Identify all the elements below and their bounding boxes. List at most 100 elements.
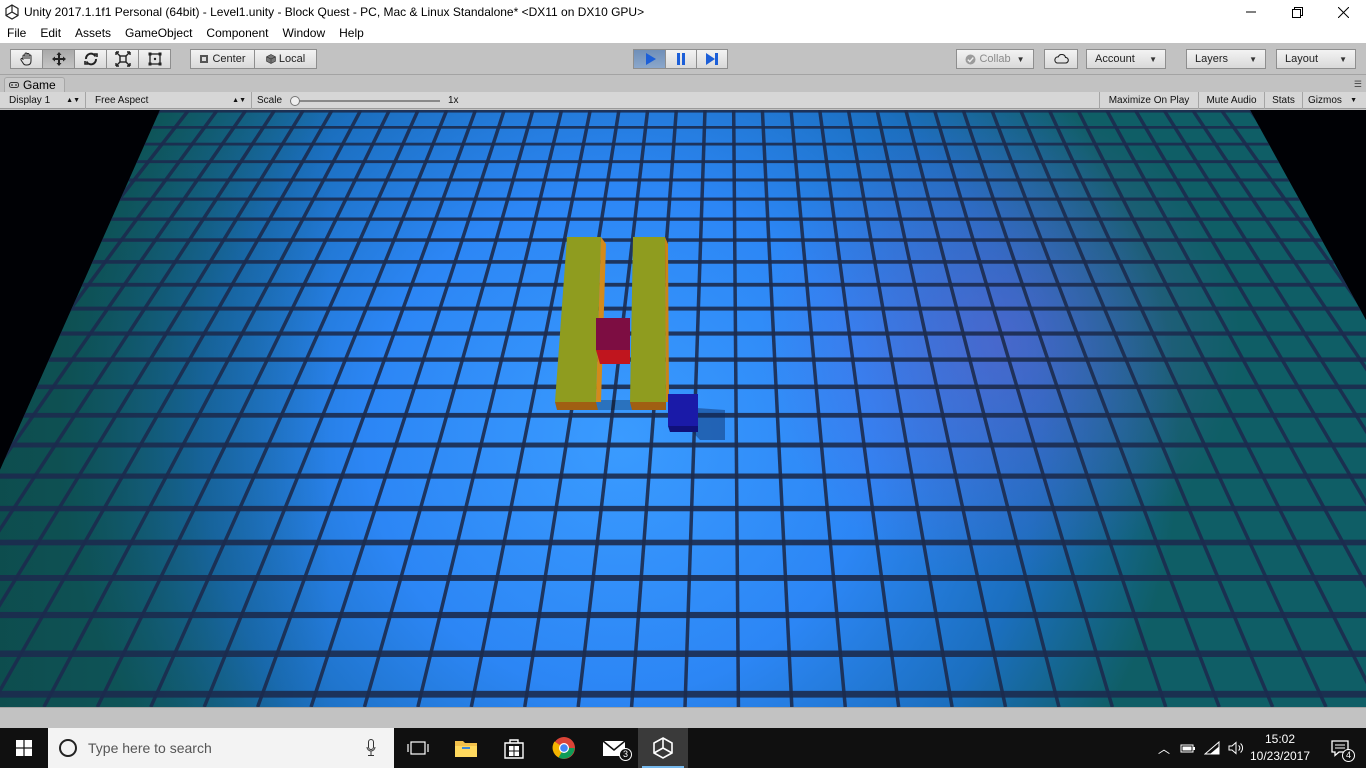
stats-toggle[interactable]: Stats — [1264, 92, 1302, 109]
step-button[interactable] — [696, 49, 728, 69]
store-bag-icon — [504, 739, 524, 759]
game-view-viewport[interactable] — [0, 110, 1366, 707]
rotate-icon — [83, 52, 98, 66]
gizmos-dropdown[interactable]: Gizmos ▼ — [1302, 92, 1360, 109]
display-dropdown[interactable]: Display 1 ▲▼ — [4, 92, 86, 109]
gizmos-caret-icon: ▼ — [1350, 97, 1357, 104]
rect-tool-button[interactable] — [138, 49, 171, 69]
clock-date: 10/23/2017 — [1249, 749, 1311, 763]
mute-audio-toggle[interactable]: Mute Audio — [1198, 92, 1264, 109]
chevron-up-icon[interactable]: ︿ — [1156, 740, 1172, 757]
main-toolbar: Center Local Collab ▼ Account ▼ Layers ▼… — [0, 43, 1366, 75]
store-button[interactable] — [490, 728, 538, 768]
scale-slider-track[interactable] — [290, 100, 440, 102]
check-circle-icon — [965, 54, 976, 64]
hand-icon — [19, 52, 31, 66]
battery-icon[interactable] — [1180, 742, 1196, 754]
layers-caret-icon: ▼ — [1249, 54, 1257, 64]
scale-slider-thumb[interactable] — [290, 96, 300, 106]
space-label: Local — [278, 53, 306, 65]
scale-label: Scale — [257, 95, 283, 106]
menu-window[interactable]: Window — [275, 24, 332, 43]
file-explorer-button[interactable] — [442, 728, 490, 768]
rotate-tool-button[interactable] — [74, 49, 107, 69]
game-scene — [0, 110, 1366, 707]
cortana-circle-icon — [59, 739, 77, 757]
account-caret-icon: ▼ — [1149, 54, 1157, 64]
window-title: Unity 2017.1.1f1 Personal (64bit) - Leve… — [24, 5, 645, 19]
mail-button[interactable]: 3 — [590, 728, 638, 768]
layout-caret-icon: ▼ — [1339, 54, 1347, 64]
pivot-center-icon — [200, 55, 209, 63]
task-view-icon — [407, 741, 429, 755]
move-arrows-icon — [51, 52, 66, 66]
layers-dropdown[interactable]: Layers ▼ — [1186, 49, 1266, 69]
aspect-dropdown[interactable]: Free Aspect ▲▼ — [90, 92, 252, 109]
game-tab-bar: Game ☰ — [0, 76, 1366, 92]
aspect-label: Free Aspect — [95, 95, 149, 106]
tab-menu-icon[interactable]: ☰ — [1354, 79, 1362, 90]
title-bar: Unity 2017.1.1f1 Personal (64bit) - Leve… — [0, 0, 1366, 24]
hand-tool-button[interactable] — [10, 49, 43, 69]
microphone-icon[interactable] — [366, 739, 376, 757]
restore-button[interactable] — [1274, 0, 1320, 24]
status-bar — [0, 707, 1366, 728]
close-button[interactable] — [1320, 0, 1366, 24]
menu-bar: File Edit Assets GameObject Component Wi… — [0, 24, 1366, 43]
minimize-button[interactable] — [1228, 0, 1274, 24]
close-icon — [1337, 6, 1349, 18]
action-center-button[interactable]: 4 — [1318, 728, 1362, 768]
maximize-label: Maximize On Play — [1108, 95, 1190, 106]
display-caret-icon: ▲▼ — [66, 97, 80, 104]
notification-count-badge: 4 — [1342, 749, 1355, 762]
menu-edit[interactable]: Edit — [33, 24, 68, 43]
scale-icon — [114, 51, 131, 67]
scale-tool-button[interactable] — [106, 49, 139, 69]
collab-dropdown[interactable]: Collab ▼ — [956, 49, 1034, 69]
cloud-services-button[interactable] — [1044, 49, 1078, 69]
step-icon — [706, 53, 718, 65]
menu-gameobject[interactable]: GameObject — [118, 24, 199, 43]
menu-help[interactable]: Help — [332, 24, 371, 43]
system-tray: ︿ — [1156, 728, 1244, 768]
menu-assets[interactable]: Assets — [68, 24, 118, 43]
windows-taskbar: Type here to search 3 ︿ 15:02 10/23/2017… — [0, 728, 1366, 768]
red-block — [596, 318, 630, 350]
maximize-on-play-toggle[interactable]: Maximize On Play — [1099, 92, 1198, 109]
collab-caret-icon: ▼ — [1016, 54, 1025, 64]
chrome-button[interactable] — [540, 728, 588, 768]
taskbar-search-box[interactable]: Type here to search — [48, 728, 394, 768]
aspect-caret-icon: ▲▼ — [232, 97, 246, 104]
scale-value: 1x — [448, 95, 459, 106]
taskbar-clock[interactable]: 15:02 10/23/2017 — [1244, 731, 1316, 765]
pivot-center-button[interactable]: Center — [190, 49, 255, 69]
stats-label: Stats — [1272, 95, 1295, 106]
mute-label: Mute Audio — [1206, 95, 1257, 106]
menu-file[interactable]: File — [0, 24, 33, 43]
play-button[interactable] — [633, 49, 666, 69]
unity-taskbar-button[interactable] — [638, 728, 688, 768]
tab-game[interactable]: Game — [4, 77, 65, 92]
minimize-icon — [1246, 11, 1256, 13]
windows-logo-icon — [16, 740, 32, 756]
space-local-button[interactable]: Local — [254, 49, 317, 69]
gizmos-label: Gizmos — [1308, 95, 1342, 106]
pivot-label: Center — [212, 53, 246, 65]
display-label: Display 1 — [9, 95, 51, 106]
game-view-toolbar: Display 1 ▲▼ Free Aspect ▲▼ Scale 1x Max… — [0, 92, 1366, 109]
menu-component[interactable]: Component — [199, 24, 275, 43]
task-view-button[interactable] — [394, 728, 442, 768]
volume-icon[interactable] — [1228, 741, 1244, 755]
pause-button[interactable] — [665, 49, 697, 69]
chrome-icon — [552, 737, 575, 759]
local-cube-icon — [266, 54, 276, 64]
unity-logo-icon — [5, 4, 19, 20]
layout-label: Layout — [1285, 53, 1319, 65]
mail-badge: 3 — [619, 748, 632, 761]
wifi-icon[interactable] — [1204, 741, 1220, 755]
move-tool-button[interactable] — [42, 49, 75, 69]
layout-dropdown[interactable]: Layout ▼ — [1276, 49, 1356, 69]
start-button[interactable] — [0, 728, 48, 768]
account-dropdown[interactable]: Account ▼ — [1086, 49, 1166, 69]
pause-icon — [677, 53, 685, 65]
